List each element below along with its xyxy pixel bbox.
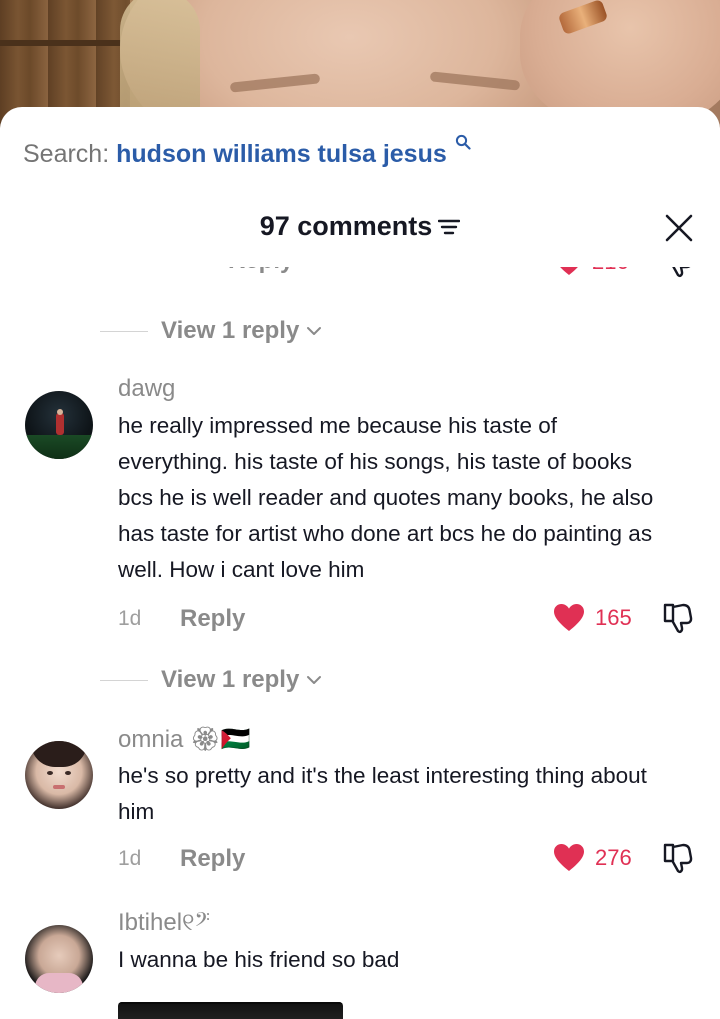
- reply-button[interactable]: Reply: [180, 845, 245, 873]
- like-button[interactable]: 276: [553, 843, 632, 873]
- view-replies-button[interactable]: View 1 reply: [100, 665, 323, 695]
- comments-header: 97 comments: [0, 211, 720, 242]
- comment-username[interactable]: dawg: [118, 375, 175, 403]
- chevron-down-icon: [307, 676, 322, 684]
- dislike-icon[interactable]: [661, 267, 695, 279]
- chevron-down-icon: [307, 327, 322, 335]
- comment-text: he really impressed me because his taste…: [118, 413, 654, 582]
- comment-username[interactable]: omnia 🏵🇵🇸: [118, 725, 250, 754]
- search-icon: [455, 134, 471, 150]
- view-replies-label: View 1 reply: [161, 666, 300, 693]
- comment-text: he's so pretty and it's the least intere…: [118, 763, 647, 824]
- heart-icon[interactable]: [553, 843, 585, 873]
- search-query[interactable]: hudson williams tulsa jesus: [116, 140, 447, 168]
- heart-icon[interactable]: [553, 267, 585, 277]
- like-button[interactable]: 165: [553, 603, 632, 633]
- view-replies-label: View 1 reply: [161, 317, 300, 344]
- comment-time: 1d: [160, 267, 183, 273]
- comment-time: 1d: [118, 607, 142, 630]
- like-count: 276: [595, 845, 632, 870]
- search-prefix: Search:: [23, 140, 110, 168]
- sort-filter-icon[interactable]: [438, 218, 461, 236]
- attached-image-preview[interactable]: [118, 1002, 343, 1019]
- comment-time: 1d: [118, 847, 142, 870]
- dislike-icon[interactable]: [661, 841, 695, 875]
- comment-text: I wanna be his friend so bad: [118, 947, 400, 972]
- comment-actions: 1d Reply 165: [118, 601, 698, 637]
- avatar[interactable]: [25, 391, 93, 459]
- reply-button[interactable]: Reply: [228, 267, 293, 275]
- avatar[interactable]: [25, 925, 93, 993]
- view-replies-button[interactable]: View 1 reply: [100, 316, 323, 346]
- divider-line: [100, 330, 148, 332]
- comments-list[interactable]: 1d Reply 216 View 1 reply d: [0, 267, 720, 1019]
- comment-username[interactable]: Ibtihel୧𝄢: [118, 909, 210, 937]
- comments-sheet: Search: hudson williams tulsa jesus 97 c…: [0, 107, 720, 1019]
- avatar[interactable]: [25, 741, 93, 809]
- close-icon[interactable]: [664, 213, 694, 243]
- reply-button[interactable]: Reply: [180, 605, 245, 633]
- comments-count: 97 comments: [259, 211, 433, 241]
- search-suggestion[interactable]: Search: hudson williams tulsa jesus: [23, 134, 471, 169]
- heart-icon[interactable]: [553, 603, 585, 633]
- divider-line: [100, 679, 148, 681]
- like-count: 165: [595, 605, 632, 630]
- partial-comment-meta: 1d Reply 216: [0, 267, 720, 285]
- comment-actions: 1d Reply 276: [118, 841, 698, 877]
- like-count: 216: [592, 267, 629, 275]
- dislike-icon[interactable]: [661, 601, 695, 635]
